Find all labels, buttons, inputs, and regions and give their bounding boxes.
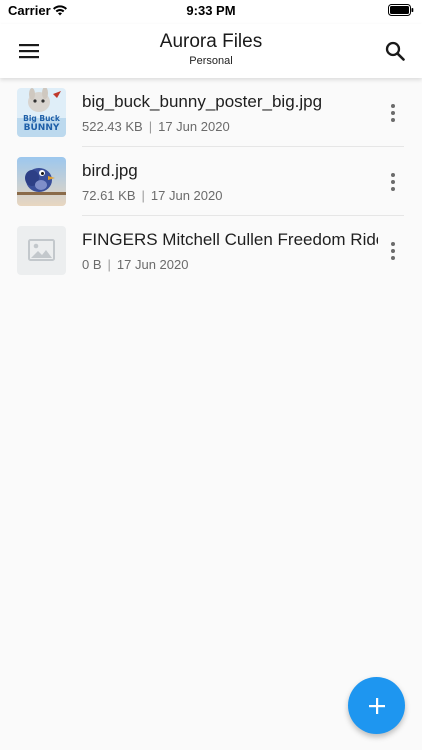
storage-subtitle: Personal [189,55,233,67]
file-row[interactable]: Big Buck BUNNY big_buck_bunny_poster_big… [0,78,422,147]
file-date: 17 Jun 2020 [150,188,223,203]
app-bar: Aurora Files Personal [0,24,422,78]
file-name: big_buck_bunny_poster_big.jpg [82,92,323,111]
more-vertical-icon [391,104,395,122]
status-time: 9:33 PM [186,3,236,18]
title-block: Aurora Files Personal [80,30,342,68]
battery-icon [388,4,414,16]
hamburger-menu-icon [19,44,39,59]
more-options-button[interactable] [378,169,408,195]
search-button[interactable] [378,35,412,67]
file-date: 17 Jun 2020 [158,119,230,134]
bunny-poster-thumbnail: Big Buck BUNNY [17,88,66,137]
bird-thumbnail [17,157,66,206]
image-placeholder-thumbnail [17,226,66,275]
status-bar: Carrier 9:33 PM [0,0,422,24]
file-list: Big Buck BUNNY big_buck_bunny_poster_big… [0,78,422,285]
more-vertical-icon [391,242,395,260]
meta-separator: | [107,257,111,272]
search-icon [385,41,405,61]
more-options-button[interactable] [378,100,408,126]
file-size: 72.61 KB [82,188,136,203]
svg-text:BUNNY: BUNNY [24,123,60,133]
svg-text:Big Buck: Big Buck [23,114,61,123]
file-name: FINGERS Mitchell Cullen Freedom Ride [82,230,378,249]
menu-button[interactable] [12,35,46,67]
image-placeholder-icon [17,226,66,275]
page-title: Aurora Files [159,31,263,52]
more-options-button[interactable] [378,238,408,264]
more-vertical-icon [391,173,395,191]
file-row[interactable]: FINGERS Mitchell Cullen Freedom Ride 0 B… [0,216,422,285]
file-row[interactable]: bird.jpg 72.61 KB | 17 Jun 2020 [0,147,422,216]
file-info: FINGERS Mitchell Cullen Freedom Ride 0 B… [82,229,378,272]
file-name: bird.jpg [82,161,138,180]
plus-icon [368,697,385,714]
file-info: bird.jpg 72.61 KB | 17 Jun 2020 [82,160,378,203]
file-size: 0 B [82,257,102,272]
file-size: 522.43 KB [82,119,143,134]
file-meta: 72.61 KB | 17 Jun 2020 [82,188,378,203]
file-meta: 0 B | 17 Jun 2020 [82,257,378,272]
meta-separator: | [141,188,145,203]
file-info: big_buck_bunny_poster_big.jpg 522.43 KB |… [82,91,378,134]
meta-separator: | [148,119,153,134]
file-meta: 522.43 KB | 17 Jun 2020 [82,119,378,134]
file-date: 17 Jun 2020 [116,257,189,272]
add-file-button[interactable] [348,677,405,734]
